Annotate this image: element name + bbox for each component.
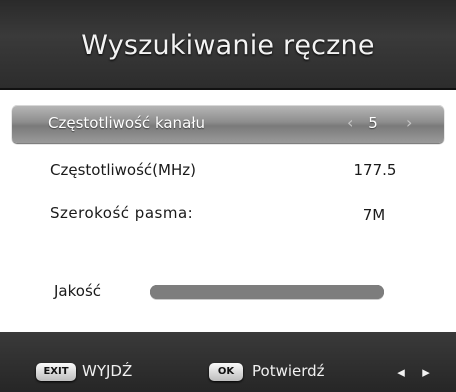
nav-right-arrow-icon[interactable]: ▸: [418, 362, 434, 382]
exit-label: WYJDŹ: [82, 362, 133, 380]
bandwidth-label: Szerokość pasma:: [50, 204, 194, 222]
quality-bar-fill: [150, 285, 384, 299]
header-bar: Wyszukiwanie ręczne: [0, 0, 456, 90]
quality-bar: [150, 285, 384, 299]
footer-bar: [0, 332, 456, 392]
nav-left-arrow-icon[interactable]: ◂: [393, 362, 409, 382]
manual-search-screen: Wyszukiwanie ręczne Częstotliwość kanału…: [0, 0, 456, 392]
channel-frequency-label: Częstotliwość kanału: [48, 114, 206, 132]
frequency-mhz-value: 177.5: [353, 161, 397, 179]
chevron-right-icon[interactable]: ›: [406, 113, 412, 132]
channel-frequency-value: 5: [368, 114, 378, 132]
quality-label: Jakość: [54, 282, 102, 300]
confirm-label: Potwierdź: [252, 362, 325, 380]
page-title: Wyszukiwanie ręczne: [81, 30, 375, 61]
ok-key-icon[interactable]: OK: [209, 363, 243, 381]
bandwidth-value: 7M: [362, 206, 386, 224]
frequency-mhz-label: Częstotliwość(MHz): [50, 161, 196, 179]
exit-key-icon[interactable]: EXIT: [36, 363, 76, 381]
